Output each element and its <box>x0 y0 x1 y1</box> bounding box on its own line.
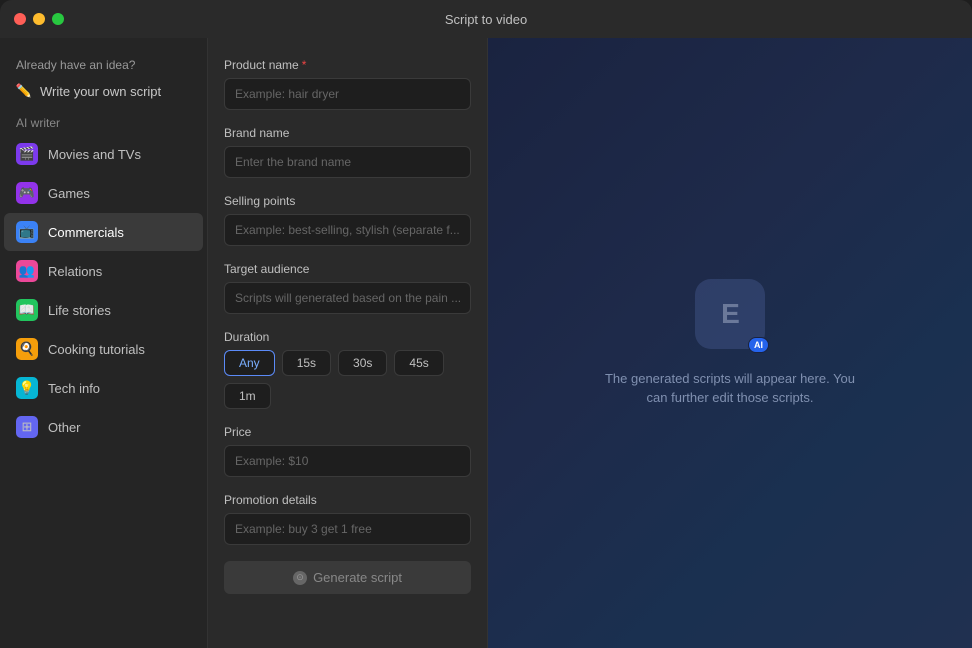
sidebar-item-games[interactable]: 🎮 Games <box>4 174 203 212</box>
product-name-input[interactable] <box>224 78 471 110</box>
selling-points-label: Selling points <box>224 194 471 208</box>
product-name-group: Product name * <box>224 58 471 110</box>
promotion-input[interactable] <box>224 513 471 545</box>
target-audience-group: Target audience <box>224 262 471 314</box>
preview-logo-text: E <box>721 298 739 330</box>
write-your-own-label: Write your own script <box>40 84 161 99</box>
duration-label: Duration <box>224 330 471 344</box>
duration-group: Duration Any 15s 30s 45s 1m <box>224 330 471 409</box>
duration-btn-15s[interactable]: 15s <box>282 350 331 376</box>
already-have-idea-header: Already have an idea? <box>0 52 207 76</box>
generate-btn-label: Generate script <box>313 570 402 585</box>
relations-icon: 👥 <box>16 260 38 282</box>
sidebar-item-label-movies: Movies and TVs <box>48 147 141 162</box>
generate-script-button[interactable]: ⊙ Generate script <box>224 561 471 594</box>
tech-icon: 💡 <box>16 377 38 399</box>
sidebar-item-life-stories[interactable]: 📖 Life stories <box>4 291 203 329</box>
preview-description: The generated scripts will appear here. … <box>600 369 860 408</box>
preview-logo-bg: E AI <box>695 279 765 349</box>
titlebar: Script to video <box>0 0 972 38</box>
duration-btn-Any[interactable]: Any <box>224 350 275 376</box>
cooking-icon: 🍳 <box>16 338 38 360</box>
product-name-label: Product name * <box>224 58 471 72</box>
sidebar-item-label-cooking: Cooking tutorials <box>48 342 145 357</box>
price-group: Price <box>224 425 471 477</box>
selling-points-group: Selling points <box>224 194 471 246</box>
sidebar: Already have an idea? ✏️ Write your own … <box>0 38 208 648</box>
write-your-own-button[interactable]: ✏️ Write your own script <box>0 76 207 106</box>
window-title: Script to video <box>445 12 527 27</box>
sidebar-item-other[interactable]: ⊞ Other <box>4 408 203 446</box>
required-star: * <box>302 58 307 72</box>
games-icon: 🎮 <box>16 182 38 204</box>
duration-buttons: Any 15s 30s 45s 1m <box>224 350 471 409</box>
brand-name-group: Brand name <box>224 126 471 178</box>
price-input[interactable] <box>224 445 471 477</box>
sidebar-item-label-tech: Tech info <box>48 381 100 396</box>
sidebar-item-commercials[interactable]: 📺 Commercials <box>4 213 203 251</box>
duration-btn-45s[interactable]: 45s <box>394 350 443 376</box>
duration-btn-1m[interactable]: 1m <box>224 383 271 409</box>
sidebar-item-relations[interactable]: 👥 Relations <box>4 252 203 290</box>
target-audience-input[interactable] <box>224 282 471 314</box>
ai-writer-label: AI writer <box>0 106 207 134</box>
sidebar-item-cooking[interactable]: 🍳 Cooking tutorials <box>4 330 203 368</box>
selling-points-input[interactable] <box>224 214 471 246</box>
life-stories-icon: 📖 <box>16 299 38 321</box>
app-body: Already have an idea? ✏️ Write your own … <box>0 38 972 648</box>
traffic-lights <box>14 13 64 25</box>
sidebar-item-tech[interactable]: 💡 Tech info <box>4 369 203 407</box>
movies-icon: 🎬 <box>16 143 38 165</box>
sidebar-item-label-games: Games <box>48 186 90 201</box>
duration-btn-30s[interactable]: 30s <box>338 350 387 376</box>
sidebar-item-label-other: Other <box>48 420 81 435</box>
brand-name-label: Brand name <box>224 126 471 140</box>
form-panel: Product name * Brand name Selling points… <box>208 38 488 648</box>
preview-panel: E AI The generated scripts will appear h… <box>488 38 972 648</box>
brand-name-input[interactable] <box>224 146 471 178</box>
sidebar-item-label-commercials: Commercials <box>48 225 124 240</box>
main-content: Product name * Brand name Selling points… <box>208 38 972 648</box>
price-label: Price <box>224 425 471 439</box>
ai-badge: AI <box>748 337 769 353</box>
sidebar-item-label-relations: Relations <box>48 264 102 279</box>
pencil-icon: ✏️ <box>16 83 32 99</box>
other-icon: ⊞ <box>16 416 38 438</box>
close-button[interactable] <box>14 13 26 25</box>
minimize-button[interactable] <box>33 13 45 25</box>
target-audience-label: Target audience <box>224 262 471 276</box>
sidebar-items-list: 🎬 Movies and TVs 🎮 Games 📺 Commercials 👥 Relati… <box>0 135 207 446</box>
commercials-icon: 📺 <box>16 221 38 243</box>
sidebar-item-label-life-stories: Life stories <box>48 303 111 318</box>
preview-logo: E AI <box>695 279 765 349</box>
promotion-label: Promotion details <box>224 493 471 507</box>
generate-icon: ⊙ <box>293 571 307 585</box>
promotion-group: Promotion details <box>224 493 471 545</box>
sidebar-item-movies[interactable]: 🎬 Movies and TVs <box>4 135 203 173</box>
maximize-button[interactable] <box>52 13 64 25</box>
